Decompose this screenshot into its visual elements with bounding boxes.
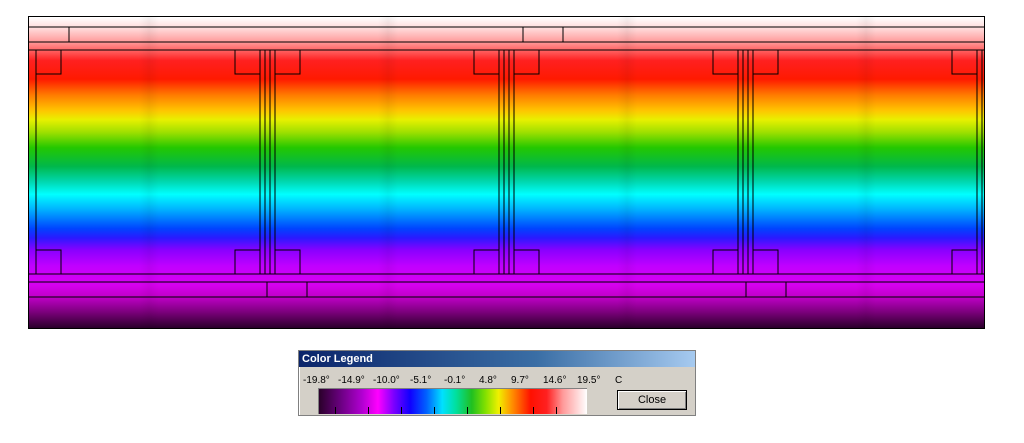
legend-tick-label: -19.8° <box>303 375 330 386</box>
corner-block <box>274 249 301 275</box>
corner-block <box>752 249 779 275</box>
panel-frame <box>752 49 978 275</box>
corner-block <box>712 249 739 275</box>
legend-color-bar <box>318 388 587 414</box>
legend-tick-mark <box>533 407 534 414</box>
legend-tick-label: 4.8° <box>479 375 497 386</box>
legend-tick-label: 9.7° <box>511 375 529 386</box>
corner-block <box>473 249 500 275</box>
close-button[interactable]: Close <box>617 390 687 410</box>
corner-block <box>473 49 500 75</box>
legend-tick-label: -0.1° <box>444 375 466 386</box>
legend-tick-mark <box>368 407 369 414</box>
legend-tick-mark <box>401 407 402 414</box>
color-legend-window: Color Legend -19.8° -14.9° -10.0° -5.1° … <box>298 350 696 416</box>
panel-frame <box>35 49 261 275</box>
legend-tick-label: -10.0° <box>373 375 400 386</box>
structure-outline <box>29 26 984 298</box>
legend-tick-mark <box>434 407 435 414</box>
legend-tick-labels: -19.8° -14.9° -10.0° -5.1° -0.1° 4.8° 9.… <box>299 375 695 387</box>
legend-tick-label: -14.9° <box>338 375 365 386</box>
corner-block <box>951 249 978 275</box>
corner-block <box>513 249 540 275</box>
corner-block <box>712 49 739 75</box>
panel-frame <box>274 49 500 275</box>
corner-block <box>35 249 62 275</box>
temperature-contour-plot <box>28 16 985 329</box>
panel-frame <box>513 49 739 275</box>
corner-block <box>35 49 62 75</box>
legend-tick-mark <box>335 407 336 414</box>
legend-tick-mark <box>556 407 557 414</box>
corner-block <box>274 49 301 75</box>
legend-unit-label: C <box>615 375 623 386</box>
corner-block <box>234 49 261 75</box>
legend-tick-label: -5.1° <box>410 375 432 386</box>
corner-block <box>951 49 978 75</box>
corner-block <box>234 249 261 275</box>
legend-tick-mark <box>467 407 468 414</box>
corner-block <box>752 49 779 75</box>
legend-tick-mark <box>500 407 501 414</box>
corner-block <box>513 49 540 75</box>
legend-tick-label: 14.6° <box>543 375 567 386</box>
legend-title-bar: Color Legend <box>299 351 695 367</box>
legend-tick-label: 19.5° <box>577 375 601 386</box>
